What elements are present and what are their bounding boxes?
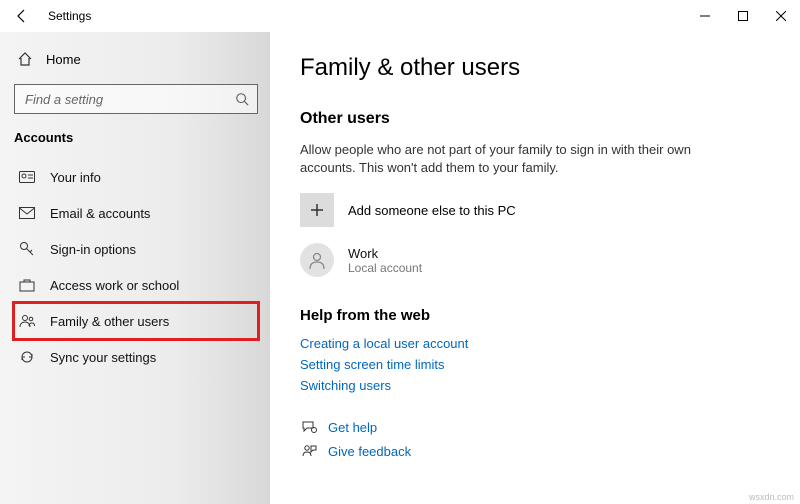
- sidebar-item-label: Access work or school: [50, 278, 179, 293]
- add-user-button[interactable]: Add someone else to this PC: [300, 193, 770, 227]
- sidebar-item-family-other-users[interactable]: Family & other users: [14, 303, 258, 339]
- key-icon: [16, 241, 38, 257]
- maximize-icon: [738, 11, 748, 21]
- user-account-item[interactable]: Work Local account: [300, 243, 770, 277]
- help-heading: Help from the web: [300, 307, 770, 324]
- page-title: Family & other users: [300, 54, 770, 82]
- sidebar-item-label: Sync your settings: [50, 350, 156, 365]
- search-input[interactable]: [23, 91, 235, 108]
- briefcase-icon: [16, 278, 38, 292]
- sidebar-item-access-work-school[interactable]: Access work or school: [14, 267, 258, 303]
- watermark: wsxdn.com: [749, 492, 794, 502]
- other-users-heading: Other users: [300, 110, 770, 128]
- sidebar-item-label: Family & other users: [50, 314, 169, 329]
- search-box[interactable]: [14, 84, 258, 114]
- help-link-screen-time[interactable]: Setting screen time limits: [300, 357, 770, 372]
- sidebar-nav: Your info Email & accounts Sign-in optio…: [14, 159, 258, 375]
- close-icon: [776, 11, 786, 21]
- close-button[interactable]: [762, 2, 800, 30]
- window-title: Settings: [48, 9, 91, 23]
- give-feedback-label: Give feedback: [328, 444, 411, 459]
- content-pane: Family & other users Other users Allow p…: [270, 32, 800, 504]
- sidebar: Home Accounts Your info Emai: [0, 32, 270, 504]
- people-icon: [16, 313, 38, 329]
- sidebar-item-sync-settings[interactable]: Sync your settings: [14, 339, 258, 375]
- arrow-left-icon: [14, 8, 30, 24]
- home-icon: [14, 51, 36, 67]
- mail-icon: [16, 207, 38, 219]
- plus-icon: [300, 193, 334, 227]
- back-button[interactable]: [10, 4, 34, 28]
- get-help-label: Get help: [328, 420, 377, 435]
- sidebar-item-email-accounts[interactable]: Email & accounts: [14, 195, 258, 231]
- user-name: Work: [348, 246, 422, 261]
- sidebar-item-signin-options[interactable]: Sign-in options: [14, 231, 258, 267]
- minimize-icon: [700, 11, 710, 21]
- give-feedback-link[interactable]: Give feedback: [300, 443, 770, 459]
- search-icon: [235, 92, 249, 106]
- sidebar-item-label: Sign-in options: [50, 242, 136, 257]
- other-users-description: Allow people who are not part of your fa…: [300, 141, 700, 177]
- sidebar-item-your-info[interactable]: Your info: [14, 159, 258, 195]
- sync-icon: [16, 349, 38, 365]
- add-user-label: Add someone else to this PC: [348, 203, 516, 218]
- avatar-icon: [300, 243, 334, 277]
- sidebar-item-label: Your info: [50, 170, 101, 185]
- sidebar-item-label: Email & accounts: [50, 206, 150, 221]
- sidebar-home-label: Home: [46, 52, 81, 67]
- id-card-icon: [16, 171, 38, 183]
- sidebar-section-header: Accounts: [14, 130, 258, 145]
- help-link-create-local-user[interactable]: Creating a local user account: [300, 336, 770, 351]
- chat-icon: [300, 419, 318, 435]
- feedback-icon: [300, 443, 318, 459]
- maximize-button[interactable]: [724, 2, 762, 30]
- help-links: Creating a local user account Setting sc…: [300, 336, 770, 393]
- footer-links: Get help Give feedback: [300, 419, 770, 459]
- get-help-link[interactable]: Get help: [300, 419, 770, 435]
- help-link-switching-users[interactable]: Switching users: [300, 378, 770, 393]
- titlebar: Settings: [0, 0, 800, 32]
- sidebar-home[interactable]: Home: [14, 44, 258, 74]
- minimize-button[interactable]: [686, 2, 724, 30]
- user-type: Local account: [348, 261, 422, 275]
